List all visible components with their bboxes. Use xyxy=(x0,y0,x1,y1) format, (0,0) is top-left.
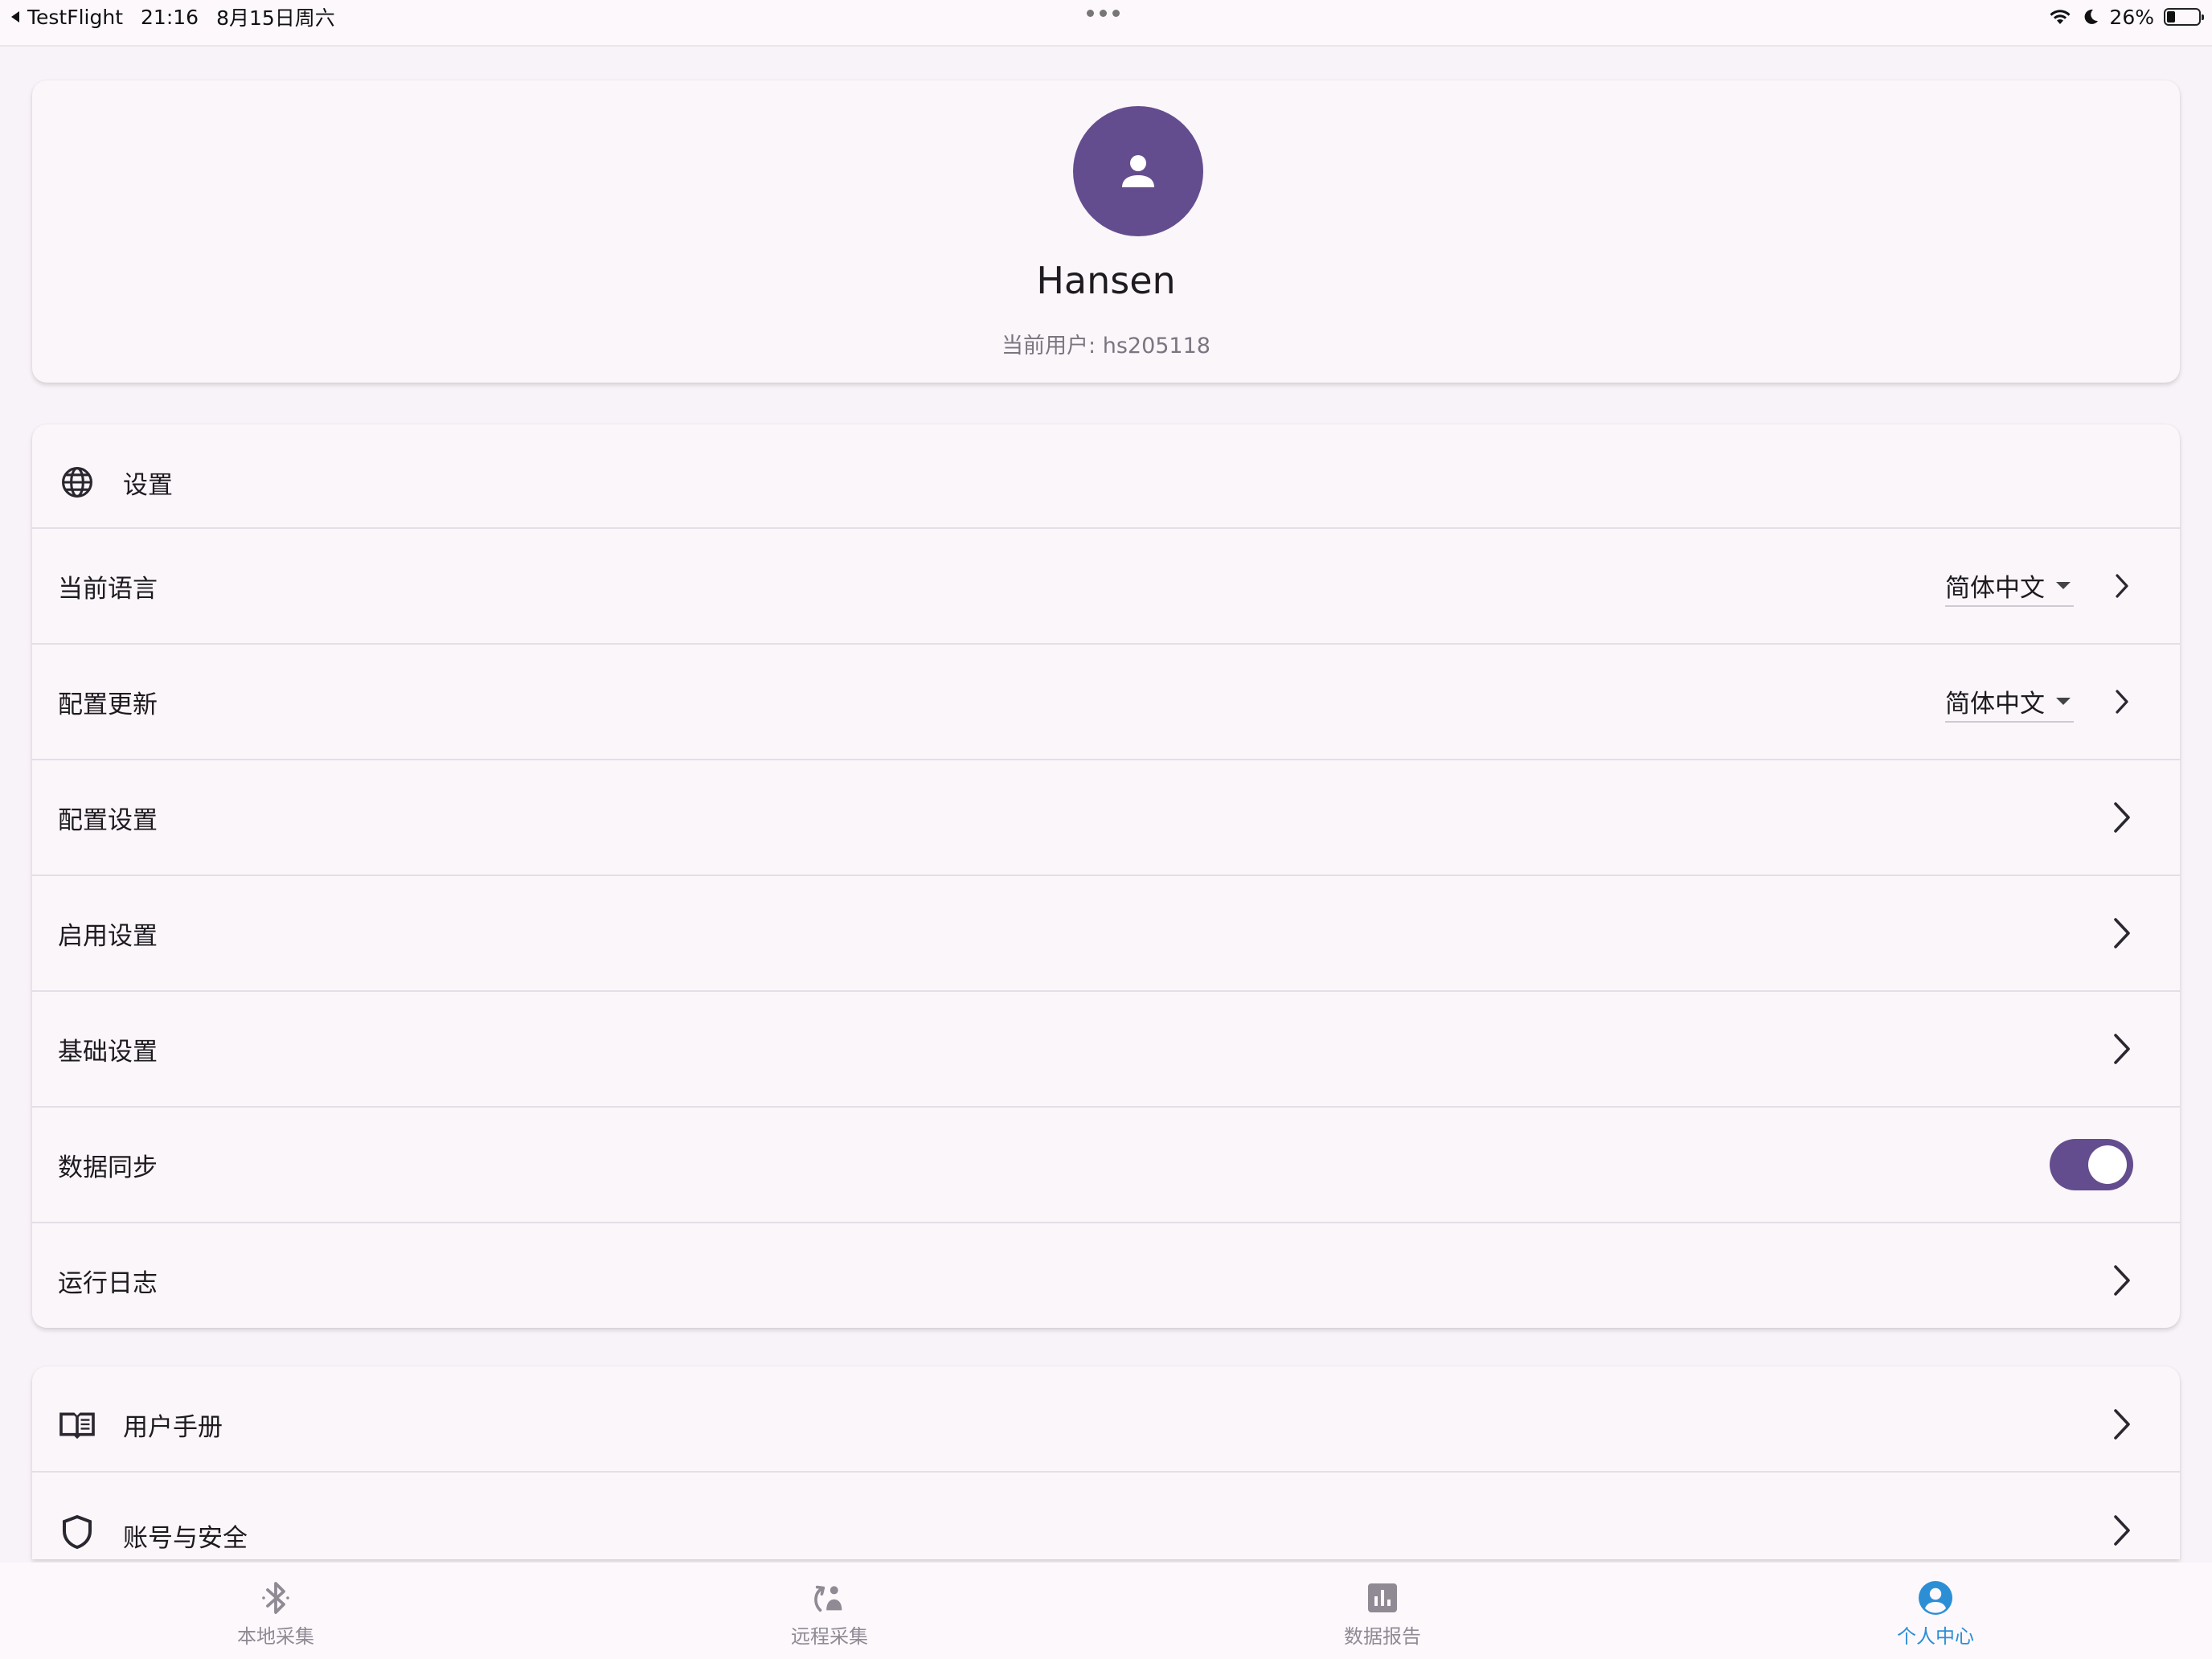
profile-card: Hansen 当前用户: hs205118 xyxy=(32,80,2180,383)
globe-icon xyxy=(58,463,96,502)
bluetooth-icon xyxy=(256,1579,295,1617)
chevron-right-icon[interactable] xyxy=(2109,1513,2135,1548)
nav-remote-collect[interactable]: 远程采集 xyxy=(749,1563,910,1659)
person-icon xyxy=(1122,155,1154,187)
bottom-navigation: 本地采集 远程采集 数据报告 个人中心 xyxy=(0,1563,2212,1659)
row-label: 用户手册 xyxy=(123,1412,223,1442)
settings-card: 设置 当前语言 简体中文 配置更新 简体中文 配置设置 启用设置 基础设置 数据… xyxy=(32,424,2180,1328)
row-user-manual[interactable]: 用户手册 xyxy=(32,1366,2180,1482)
settings-header: 设置 xyxy=(32,424,2180,540)
settings-row-enable-settings[interactable]: 启用设置 xyxy=(32,875,2180,990)
settings-row-config-update[interactable]: 配置更新 简体中文 xyxy=(32,643,2180,759)
settings-row-run-log[interactable]: 运行日志 xyxy=(32,1222,2180,1328)
settings-header-label: 设置 xyxy=(123,470,173,500)
caret-down-icon xyxy=(2056,581,2071,589)
help-card: 用户手册 账号与安全 xyxy=(32,1366,2180,1559)
nav-local-collect[interactable]: 本地采集 xyxy=(195,1563,356,1659)
row-label: 基础设置 xyxy=(58,1037,158,1067)
nav-label: 本地采集 xyxy=(237,1625,314,1648)
status-date: 8月15日周六 xyxy=(216,6,335,30)
row-label: 数据同步 xyxy=(58,1153,158,1182)
data-sync-toggle[interactable] xyxy=(2050,1139,2133,1190)
battery-level xyxy=(2167,11,2175,23)
back-app-label: TestFlight xyxy=(27,5,124,29)
dropdown-value: 简体中文 xyxy=(1945,689,2045,719)
chevron-right-icon[interactable] xyxy=(2109,1407,2135,1442)
book-icon xyxy=(58,1405,96,1444)
language-dropdown[interactable]: 简体中文 xyxy=(1945,565,2074,607)
toggle-knob xyxy=(2088,1145,2127,1184)
row-label: 运行日志 xyxy=(58,1268,158,1298)
status-time: 21:16 xyxy=(141,5,199,29)
settings-row-data-sync: 数据同步 xyxy=(32,1106,2180,1222)
chevron-right-icon[interactable] xyxy=(2109,684,2135,719)
row-label: 启用设置 xyxy=(58,921,158,951)
nav-personal-center[interactable]: 个人中心 xyxy=(1855,1563,2016,1659)
battery-percent: 26% xyxy=(2109,5,2154,29)
back-triangle-icon xyxy=(11,11,19,23)
row-label: 配置设置 xyxy=(58,805,158,835)
remote-collect-icon xyxy=(810,1579,849,1617)
row-label: 账号与安全 xyxy=(123,1524,248,1553)
caret-down-icon xyxy=(2056,697,2071,705)
dropdown-value: 简体中文 xyxy=(1945,573,2045,603)
chevron-right-icon[interactable] xyxy=(2109,1031,2135,1067)
settings-row-language[interactable]: 当前语言 简体中文 xyxy=(32,527,2180,643)
wifi-icon xyxy=(2050,10,2071,24)
nav-label: 远程采集 xyxy=(791,1625,868,1648)
user-name: Hansen xyxy=(1036,259,1176,302)
settings-row-config-settings[interactable]: 配置设置 xyxy=(32,759,2180,875)
nav-label: 数据报告 xyxy=(1344,1625,1421,1648)
chevron-right-icon[interactable] xyxy=(2109,568,2135,604)
status-bar: TestFlight 21:16 8月15日周六 26% xyxy=(0,0,2212,47)
row-account-security[interactable]: 账号与安全 xyxy=(32,1471,2180,1559)
account-circle-icon xyxy=(1916,1579,1955,1617)
chevron-right-icon[interactable] xyxy=(2109,1263,2135,1298)
nav-label: 个人中心 xyxy=(1897,1625,1974,1648)
avatar[interactable] xyxy=(1073,106,1203,236)
row-label: 当前语言 xyxy=(58,574,158,604)
battery-icon xyxy=(2164,8,2204,26)
moon-icon xyxy=(2085,9,2099,24)
shield-icon xyxy=(58,1513,96,1551)
back-to-app-button[interactable]: TestFlight xyxy=(10,6,123,29)
multitasking-dots-icon[interactable] xyxy=(1087,10,1120,17)
row-label: 配置更新 xyxy=(58,690,158,719)
settings-row-basic-settings[interactable]: 基础设置 xyxy=(32,990,2180,1106)
chevron-right-icon[interactable] xyxy=(2109,800,2135,835)
current-user-id: 当前用户: hs205118 xyxy=(1002,334,1210,358)
bar-chart-icon xyxy=(1363,1579,1402,1617)
chevron-right-icon[interactable] xyxy=(2109,916,2135,951)
config-update-dropdown[interactable]: 简体中文 xyxy=(1945,681,2074,723)
nav-data-report[interactable]: 数据报告 xyxy=(1302,1563,1463,1659)
